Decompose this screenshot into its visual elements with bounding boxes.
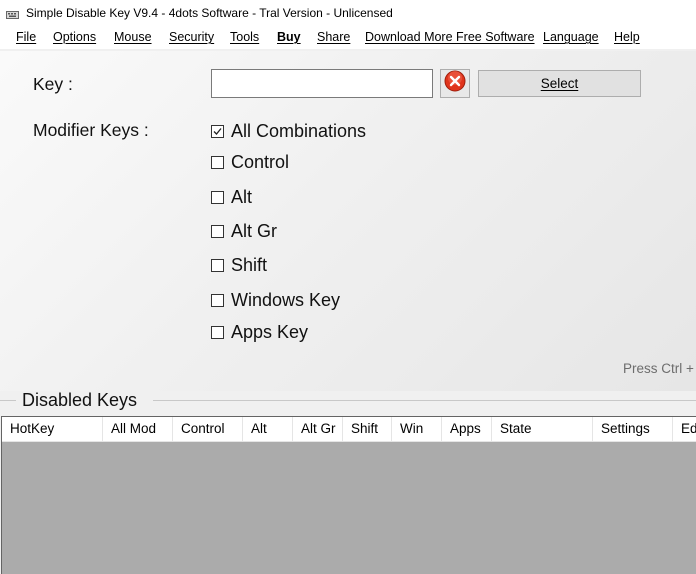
column-header-hotkey[interactable]: HotKey [2,417,103,441]
menu-share[interactable]: Share [317,30,350,44]
column-header-alt[interactable]: Alt [243,417,293,441]
checkbox-label: Shift [231,254,268,275]
checkbox-alt-gr[interactable]: Alt Gr [211,220,277,242]
checkbox-label: Apps Key [231,321,309,342]
column-header-shift[interactable]: Shift [343,417,392,441]
menu-help[interactable]: Help [614,30,640,44]
column-header-control[interactable]: Control [173,417,243,441]
checkbox-label: Windows Key [231,289,341,310]
modifier-keys-label: Modifier Keys : [33,120,149,140]
checkbox-apps-key[interactable]: Apps Key [211,321,308,343]
column-header-apps[interactable]: Apps [442,417,492,441]
checkbox-empty-icon [211,224,224,238]
checkbox-empty-icon [211,258,224,272]
checkbox-control[interactable]: Control [211,151,289,173]
checkbox-empty-icon [211,155,224,169]
checkbox-label: Control [231,151,290,172]
column-header-win[interactable]: Win [392,417,442,441]
checkbox-label: Alt Gr [231,220,278,241]
checkbox-empty-icon [211,325,224,339]
menu-language[interactable]: Language [543,30,599,44]
window-title: Simple Disable Key V9.4 - 4dots Software… [26,6,393,20]
disabled-keys-title: Disabled Keys [22,390,138,410]
menu-bar: File Options Mouse Security Tools Buy Sh… [0,26,696,50]
select-button-label: Select [540,76,579,91]
select-button[interactable]: Select [478,70,641,97]
group-border-left [0,400,16,401]
disabled-keys-grid[interactable]: HotKey All Mod Control Alt Alt Gr Shift … [1,416,696,574]
menu-options[interactable]: Options [53,30,96,44]
main-panel [0,51,696,391]
group-border-right [153,400,696,401]
checkbox-checked-icon [211,124,224,138]
menu-security[interactable]: Security [169,30,214,44]
checkbox-shift[interactable]: Shift [211,254,267,276]
checkbox-alt[interactable]: Alt [211,186,252,208]
column-header-settings[interactable]: Settings [593,417,673,441]
column-header-all-mod[interactable]: All Mod [103,417,173,441]
column-header-edit[interactable]: Ed [673,417,696,441]
menu-buy[interactable]: Buy [277,30,301,44]
shortcut-hint: Press Ctrl + A [623,361,696,376]
menu-file[interactable]: File [16,30,36,44]
menu-tools[interactable]: Tools [230,30,259,44]
clear-key-button[interactable] [440,69,470,98]
grid-header: HotKey All Mod Control Alt Alt Gr Shift … [2,417,696,442]
keyboard-app-icon [6,7,19,19]
key-input[interactable] [211,69,433,98]
checkbox-windows-key[interactable]: Windows Key [211,289,340,311]
menu-download-more[interactable]: Download More Free Software [365,30,535,44]
title-bar: Simple Disable Key V9.4 - 4dots Software… [0,0,696,26]
column-header-state[interactable]: State [492,417,593,441]
checkbox-empty-icon [211,293,224,307]
menu-mouse[interactable]: Mouse [114,30,152,44]
checkbox-empty-icon [211,190,224,204]
checkbox-label: All Combinations [231,120,367,141]
key-label: Key : [33,74,73,94]
checkbox-all-combinations[interactable]: All Combinations [211,120,366,142]
clear-x-icon [444,70,466,97]
column-header-alt-gr[interactable]: Alt Gr [293,417,343,441]
checkbox-label: Alt [231,186,253,207]
